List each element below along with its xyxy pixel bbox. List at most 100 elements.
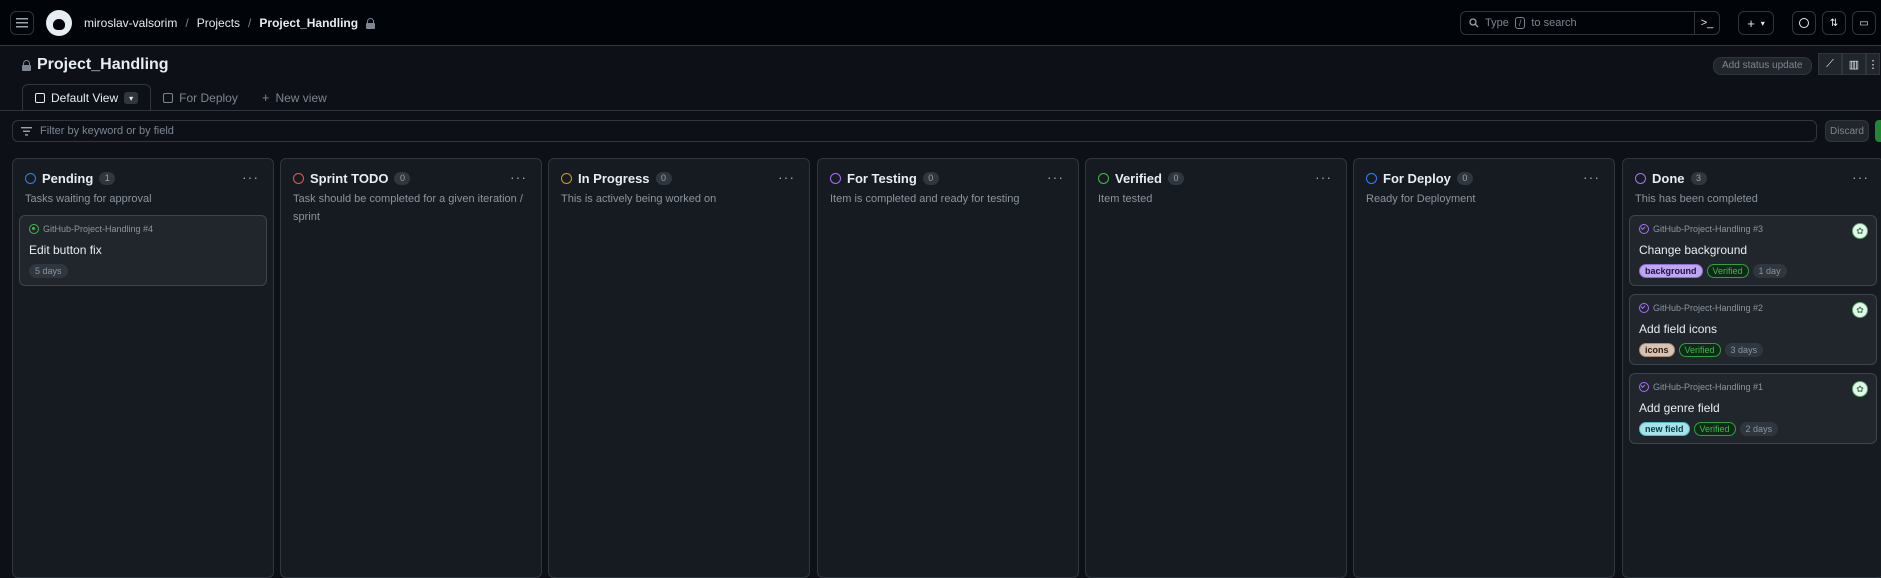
issue-closed-icon	[1639, 224, 1649, 234]
column-menu-button[interactable]: ···	[1583, 169, 1600, 185]
card-ref-text: GitHub-Project-Handling #1	[1653, 382, 1764, 392]
column-description: Task should be completed for a given ite…	[293, 193, 523, 223]
issue-card[interactable]: GitHub-Project-Handling #2 ✿ Add field i…	[1629, 294, 1877, 365]
column-description: Item is completed and ready for testing	[830, 193, 1020, 205]
new-view-button[interactable]: + New view	[250, 84, 339, 111]
column-header: Verified 0	[1098, 171, 1184, 186]
kebab-icon: ⋮	[1867, 58, 1879, 71]
issues-button[interactable]	[1792, 11, 1816, 35]
discard-button[interactable]: Discard	[1825, 120, 1869, 142]
search-input[interactable]: Type / to search >_	[1460, 11, 1720, 35]
column-header: Done 3	[1635, 171, 1707, 186]
filter-input[interactable]: Filter by keyword or by field	[12, 120, 1817, 142]
more-options-button[interactable]: ⋮	[1866, 53, 1880, 75]
card-ref-text: GitHub-Project-Handling #4	[43, 224, 154, 234]
tab-default-view[interactable]: Default View ▾	[22, 84, 152, 111]
board-icon	[35, 93, 45, 103]
column-count: 0	[922, 172, 939, 185]
command-palette-button[interactable]: >_	[1694, 12, 1719, 34]
inbox-button[interactable]: ▭	[1852, 11, 1876, 35]
toggle-panel-button[interactable]: ▥	[1842, 53, 1866, 75]
column-count: 0	[394, 172, 411, 185]
breadcrumb-user[interactable]: miroslav-valsorim	[84, 16, 177, 30]
card-title[interactable]: Change background	[1639, 243, 1747, 257]
column-description: Item tested	[1098, 193, 1153, 205]
filter-placeholder: Filter by keyword or by field	[40, 125, 174, 137]
card-title[interactable]: Add genre field	[1639, 401, 1720, 415]
column-header: Sprint TODO 0	[293, 171, 411, 186]
label-badge[interactable]: icons	[1639, 343, 1675, 357]
chart-icon: ⟋	[1826, 57, 1834, 70]
card-title[interactable]: Add field icons	[1639, 322, 1717, 336]
view-tabs: Default View ▾ For Deploy + New view	[22, 84, 339, 111]
column-menu-button[interactable]: ···	[1047, 169, 1064, 185]
lock-icon	[22, 60, 31, 71]
column-name: In Progress	[578, 171, 650, 186]
terminal-icon: >_	[1700, 17, 1714, 29]
issue-card[interactable]: GitHub-Project-Handling #4 Edit button f…	[19, 215, 267, 286]
card-reference: GitHub-Project-Handling #3	[1639, 224, 1763, 234]
column-description: Tasks waiting for approval	[25, 193, 152, 205]
insights-button[interactable]: ⟋	[1818, 53, 1842, 75]
issue-card[interactable]: GitHub-Project-Handling #3 ✿ Change back…	[1629, 215, 1877, 286]
github-logo-icon[interactable]	[46, 10, 72, 36]
time-badge: 5 days	[29, 264, 68, 278]
status-badge: Verified	[1678, 343, 1721, 357]
board-icon	[163, 92, 174, 103]
issue-circle-icon	[1799, 18, 1809, 28]
label-badge[interactable]: background	[1639, 264, 1703, 278]
view-options-button[interactable]: ▾	[124, 92, 139, 104]
column-header: For Testing 0	[830, 171, 939, 186]
status-dot-icon	[830, 173, 841, 184]
column-description: Ready for Deployment	[1366, 193, 1476, 205]
assignee-avatar[interactable]: ✿	[1852, 381, 1868, 397]
card-title[interactable]: Edit button fix	[29, 243, 102, 257]
breadcrumb-separator: /	[248, 16, 252, 30]
column-menu-button[interactable]: ···	[510, 169, 527, 185]
card-tags: icons Verified 3 days	[1639, 343, 1764, 357]
breadcrumb-projects[interactable]: Projects	[197, 16, 240, 30]
breadcrumb-separator: /	[185, 16, 189, 30]
column-name: For Deploy	[1383, 171, 1451, 186]
create-new-button[interactable]: + ▾	[1738, 11, 1774, 35]
column-header: In Progress 0	[561, 171, 672, 186]
column-for-deploy: For Deploy 0 ··· Ready for Deployment	[1353, 158, 1615, 578]
tab-for-deploy[interactable]: For Deploy	[151, 84, 250, 111]
column-count: 0	[1167, 172, 1184, 185]
tab-label: Default View	[51, 91, 119, 105]
add-status-update-button[interactable]: Add status update	[1713, 57, 1812, 75]
time-badge: 1 day	[1752, 264, 1787, 278]
global-header: miroslav-valsorim / Projects / Project_H…	[0, 0, 1881, 46]
hamburger-icon	[16, 18, 28, 28]
column-menu-button[interactable]: ···	[778, 169, 795, 185]
assignee-avatar[interactable]: ✿	[1852, 302, 1868, 318]
column-menu-button[interactable]: ···	[1852, 169, 1869, 185]
column-verified: Verified 0 ··· Item tested	[1085, 158, 1347, 578]
time-badge: 3 days	[1724, 343, 1764, 357]
tab-label: New view	[275, 90, 327, 105]
search-icon	[1469, 18, 1479, 28]
column-menu-button[interactable]: ···	[242, 169, 259, 185]
save-button[interactable]	[1875, 120, 1881, 142]
tab-label: For Deploy	[179, 90, 238, 105]
time-badge: 2 days	[1739, 422, 1779, 436]
label-badge[interactable]: new field	[1639, 422, 1690, 436]
status-badge: Verified	[1706, 264, 1749, 278]
column-count: 3	[1690, 172, 1707, 185]
project-title-group: Project_Handling	[22, 56, 169, 74]
breadcrumb: miroslav-valsorim / Projects / Project_H…	[84, 16, 376, 30]
card-reference: GitHub-Project-Handling #2	[1639, 303, 1763, 313]
pull-request-icon: ⇅	[1829, 17, 1839, 29]
issue-card[interactable]: GitHub-Project-Handling #1 ✿ Add genre f…	[1629, 373, 1877, 444]
column-count: 0	[655, 172, 672, 185]
assignee-avatar[interactable]: ✿	[1852, 223, 1868, 239]
pull-requests-button[interactable]: ⇅	[1822, 11, 1846, 35]
inbox-icon: ▭	[1859, 17, 1869, 29]
page-title: Project_Handling	[37, 56, 169, 73]
menu-button[interactable]	[10, 11, 34, 35]
column-menu-button[interactable]: ···	[1315, 169, 1332, 185]
column-count: 1	[99, 172, 116, 185]
card-ref-text: GitHub-Project-Handling #2	[1653, 303, 1764, 313]
breadcrumb-project[interactable]: Project_Handling	[259, 16, 358, 30]
card-ref-text: GitHub-Project-Handling #3	[1653, 224, 1764, 234]
